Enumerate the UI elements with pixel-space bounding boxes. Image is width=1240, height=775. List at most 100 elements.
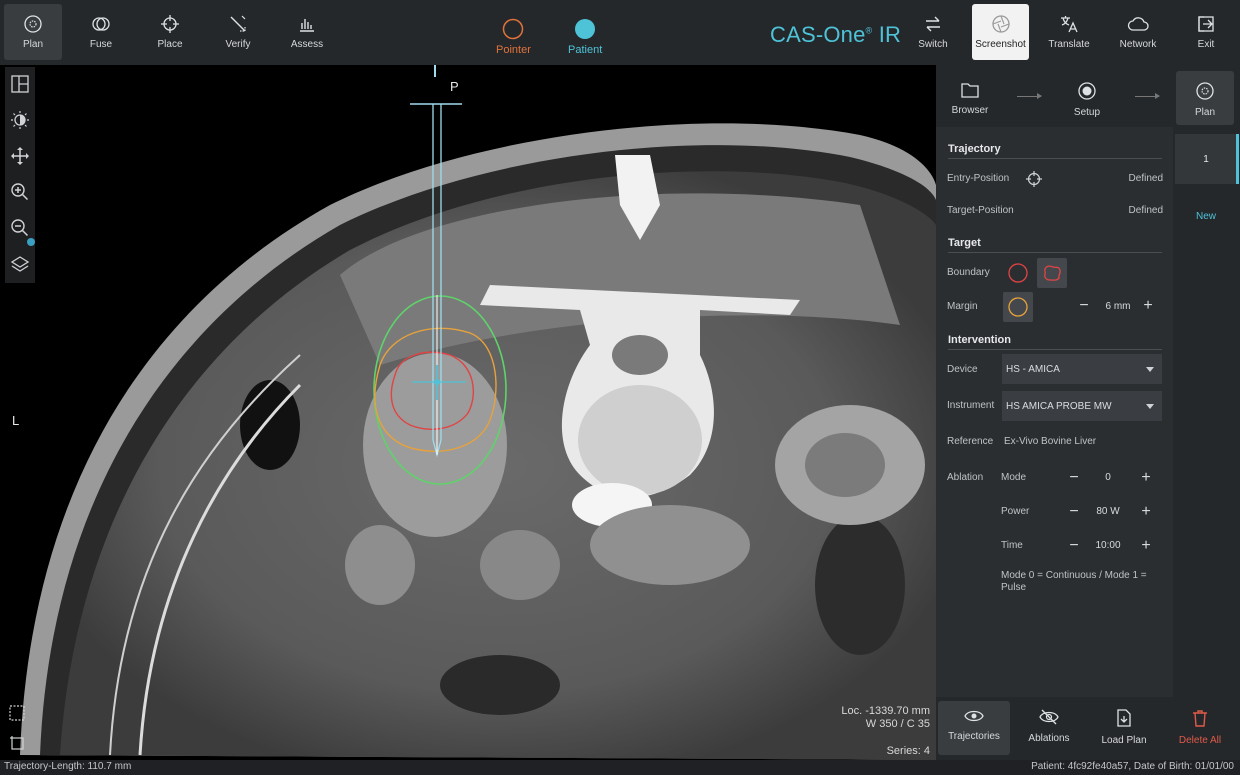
boundary-circle-button[interactable] [1003,258,1033,288]
brand-logo: CAS-One® IR [770,22,901,48]
toolbar-switch-button[interactable]: Switch [904,4,962,60]
toolbar-plan-button[interactable]: Plan [4,4,62,60]
fuse-icon [92,17,110,31]
margin-circle-button[interactable] [1003,292,1033,322]
window-level-tool[interactable] [8,108,32,132]
trash-icon [1193,710,1207,727]
delete-all-button[interactable]: Delete All [1164,701,1236,755]
viewer-location: Loc. -1339.70 mm [841,705,930,717]
toolbar-place-button[interactable]: Place [141,4,199,60]
power-decrease-button[interactable]: − [1066,504,1082,520]
circle-shape-icon [1008,263,1028,283]
instrument-select[interactable]: HS AMICA PROBE MW [1002,391,1162,421]
tab-trajectory-1[interactable]: 1 [1175,134,1237,184]
boundary-freeform-button[interactable] [1037,258,1067,288]
load-plan-button[interactable]: Load Plan [1088,701,1160,755]
mode-value: 0 [1105,472,1111,483]
workflow-setup-label: Setup [1073,107,1101,118]
viewer-window-level: W 350 / C 35 [865,718,930,730]
pan-tool[interactable] [8,144,32,168]
toolbar-assess-button[interactable]: Assess [278,4,336,60]
time-value: 10:00 [1095,540,1121,551]
mode-patient-label: Patient [568,44,603,56]
ablation-mode-note: Mode 0 = Continuous / Mode 1 = Pulse [1001,570,1147,593]
toolbar-screenshot-label: Screenshot [975,39,1026,50]
ablation-power-label: Power [1001,506,1030,517]
active-indicator-dot [27,238,35,246]
aperture-icon [991,15,1010,33]
mode-decrease-button[interactable]: − [1066,470,1082,486]
workflow-setup-button[interactable]: Setup [1058,71,1116,125]
select-region-tool[interactable] [5,701,29,725]
toolbar-plan-label: Plan [22,39,43,50]
zoom-icon [11,219,29,237]
swap-icon [926,16,940,32]
mode-pointer-label: Pointer [496,44,531,56]
power-increase-button[interactable]: + [1138,504,1154,520]
margin-decrease-button[interactable]: − [1076,298,1092,314]
zoom-in-tool[interactable] [8,180,32,204]
crosshair-icon [1026,171,1042,187]
workflow-arrow [1135,93,1160,99]
folder-icon [961,83,979,98]
instrument-label: Instrument [947,400,995,411]
trajectory-length-status: Trajectory-Length: 110.7 mm [4,761,132,772]
chevron-down-icon [1146,367,1154,372]
delete-all-label: Delete All [1178,735,1222,746]
crop-tool[interactable] [5,731,29,755]
entry-position-value: Defined [1128,173,1163,184]
ablations-label: Ablations [1028,733,1070,744]
toolbar-network-button[interactable]: Network [1109,4,1167,60]
ablations-toggle-button[interactable]: Ablations [1013,701,1085,755]
orientation-label-left: L [12,413,20,428]
mode-patient-button[interactable]: Patient [568,18,602,56]
mode-increase-button[interactable]: + [1138,470,1154,486]
layout-tool[interactable] [8,72,32,96]
power-value: 80 W [1096,506,1120,517]
entry-position-label: Entry-Position [947,173,1010,184]
margin-increase-button[interactable]: + [1140,298,1156,314]
eye-off-icon [1039,709,1059,725]
toolbar-translate-label: Translate [1048,39,1090,50]
eye-icon [964,710,984,722]
top-toolbar: Plan Fuse Place Verify Assess Pointer Pa… [0,0,1240,65]
toolbar-switch-label: Switch [918,39,948,50]
workflow-steps: Browser Setup Plan [936,65,1240,127]
instrument-select-value: HS AMICA PROBE MW [1006,400,1112,412]
load-file-icon [1117,709,1131,727]
tab-new[interactable]: New [1175,191,1237,241]
toolbar-exit-button[interactable]: Exit [1177,4,1235,60]
toolbar-screenshot-button[interactable]: Screenshot [972,4,1029,60]
entry-position-picker[interactable] [1019,164,1049,194]
load-plan-label: Load Plan [1101,735,1147,746]
time-increase-button[interactable]: + [1138,538,1154,554]
brightness-icon [11,111,29,129]
layers-icon [10,256,30,272]
time-decrease-button[interactable]: − [1066,538,1082,554]
toolbar-verify-button[interactable]: Verify [209,4,267,60]
margin-label: Margin [947,301,978,312]
device-select[interactable]: HS - AMICA [1002,354,1162,384]
workflow-browser-button[interactable]: Browser [941,71,999,125]
workflow-browser-label: Browser [951,105,989,116]
workflow-arrow [1017,93,1042,99]
ct-viewer[interactable]: P L Loc. -1339.70 mm W 350 / C 35 Series… [0,65,936,760]
mode-pointer-button[interactable]: Pointer [496,18,531,56]
ablation-label: Ablation [947,472,984,483]
toolbar-verify-label: Verify [225,39,251,50]
boundary-label: Boundary [947,267,990,278]
tab-trajectory-1-label: 1 [1203,153,1209,165]
workflow-plan-button[interactable]: Plan [1176,71,1234,125]
zoom-tool[interactable] [8,216,35,246]
layers-tool[interactable] [8,253,32,277]
toolbar-exit-label: Exit [1197,39,1215,50]
trajectories-label: Trajectories [948,731,1000,742]
status-bar: Trajectory-Length: 110.7 mm Patient: 4fc… [0,760,1240,775]
toolbar-translate-button[interactable]: Translate [1040,4,1098,60]
toolbar-fuse-button[interactable]: Fuse [72,4,130,60]
cloud-icon [1127,17,1149,31]
chevron-down-icon [1146,404,1154,409]
trajectories-toggle-button[interactable]: Trajectories [938,701,1010,755]
target-position-label: Target-Position [947,205,1014,216]
target-point[interactable] [434,379,440,385]
